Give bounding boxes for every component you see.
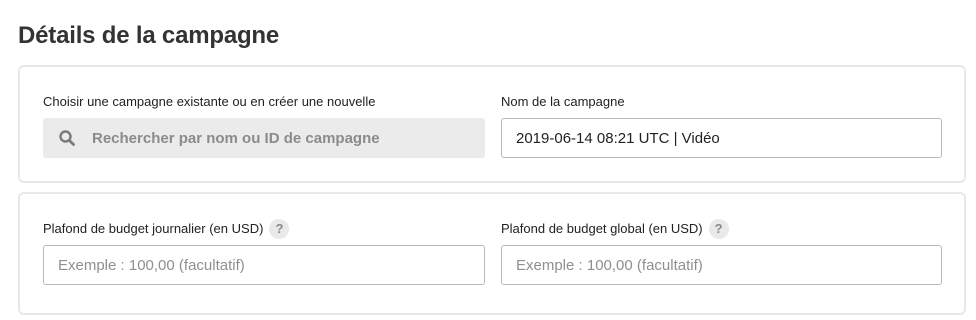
daily-budget-label-row: Plafond de budget journalier (en USD) ? (43, 219, 485, 239)
budget-card: Plafond de budget journalier (en USD) ? … (18, 192, 966, 315)
daily-budget-field: Plafond de budget journalier (en USD) ? (43, 219, 485, 285)
campaign-select-field: Choisir une campagne existante ou en cré… (43, 92, 485, 158)
campaign-name-label: Nom de la campagne (501, 94, 625, 109)
total-budget-field: Plafond de budget global (en USD) ? (501, 219, 942, 285)
total-budget-input[interactable] (501, 245, 942, 285)
campaign-search-input[interactable] (43, 118, 485, 158)
help-icon[interactable]: ? (269, 219, 290, 239)
daily-budget-label: Plafond de budget journalier (en USD) (43, 221, 264, 236)
search-icon (59, 130, 75, 146)
page-title: Détails de la campagne (18, 22, 280, 49)
total-budget-label: Plafond de budget global (en USD) (501, 221, 703, 236)
campaign-search-box[interactable] (43, 118, 485, 158)
campaign-card: Choisir une campagne existante ou en cré… (18, 65, 966, 183)
campaign-select-label: Choisir une campagne existante ou en cré… (43, 94, 376, 109)
total-budget-label-row: Plafond de budget global (en USD) ? (501, 219, 942, 239)
help-icon[interactable]: ? (708, 219, 729, 239)
daily-budget-input[interactable] (43, 245, 485, 285)
campaign-name-field: Nom de la campagne (501, 92, 942, 158)
campaign-name-input[interactable] (501, 118, 942, 158)
